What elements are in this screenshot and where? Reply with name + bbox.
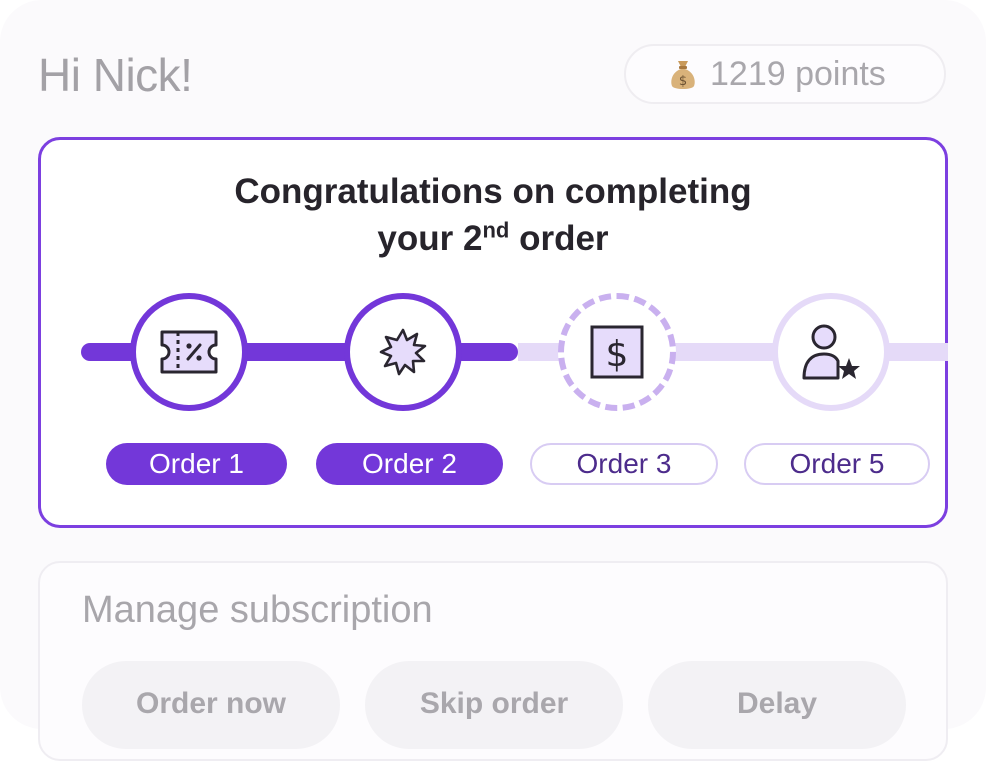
money-bag-icon: $ [671, 61, 695, 89]
step-order-2-label[interactable]: Order 2 [316, 443, 503, 485]
step-order-5-label[interactable]: Order 5 [744, 443, 930, 485]
svg-text:$: $ [679, 74, 687, 89]
step-order-1-circle[interactable] [130, 293, 248, 411]
step-order-5-circle[interactable] [772, 293, 890, 411]
order-progress-card: Congratulations on completing your 2nd o… [38, 137, 948, 528]
congratulations-heading: Congratulations on completing your 2nd o… [41, 168, 945, 262]
manage-subscription-title: Manage subscription [82, 589, 433, 631]
skip-order-button[interactable]: Skip order [365, 661, 623, 749]
manage-subscription-card: Manage subscription Order now Skip order… [38, 561, 948, 761]
greeting-heading: Hi Nick! [38, 49, 193, 101]
points-badge[interactable]: $ 1219 points [624, 44, 946, 104]
order-now-button[interactable]: Order now [82, 661, 340, 749]
headline-line-1: Congratulations on completing [234, 172, 752, 211]
points-count: 1219 points [710, 54, 886, 93]
step-order-3-label[interactable]: Order 3 [530, 443, 718, 485]
step-order-2-circle[interactable] [344, 293, 462, 411]
step-order-1-label[interactable]: Order 1 [106, 443, 287, 485]
svg-text:$: $ [606, 334, 629, 375]
discount-ticket-icon [160, 330, 218, 374]
delay-button[interactable]: Delay [648, 661, 906, 749]
dollar-bill-icon: $ [590, 325, 644, 379]
user-star-icon [802, 324, 860, 380]
step-order-3-circle[interactable]: $ [558, 293, 676, 411]
burst-badge-icon [379, 328, 427, 376]
headline-line-2: your 2nd order [377, 217, 609, 258]
